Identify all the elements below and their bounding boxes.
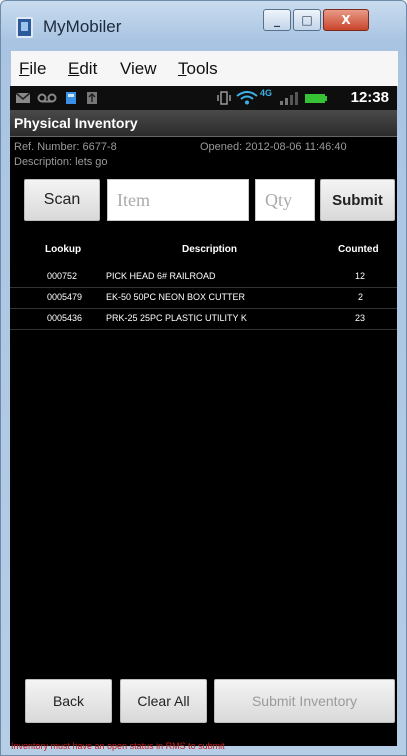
menu-edit-label: dit xyxy=(79,59,98,78)
page-title: Physical Inventory xyxy=(14,115,138,131)
window-title: MyMobiler xyxy=(43,17,122,36)
table-row[interactable]: 0005479 EK-50 50PC NEON BOX CUTTER 2 xyxy=(10,288,397,309)
submit-button[interactable]: Submit xyxy=(320,179,395,221)
scan-button[interactable]: Scan xyxy=(24,179,100,221)
table-row[interactable]: 0005436 PRK-25 25PC PLASTIC UTILITY K 23 xyxy=(10,309,397,330)
row-lookup: 0005436 xyxy=(47,313,83,323)
phone-screen: 4G 12:38 Physical Inventory Ref. Number:… xyxy=(10,86,397,746)
clock: 12:38 xyxy=(350,89,389,106)
row-counted: 23 xyxy=(355,313,366,323)
row-lookup: 000752 xyxy=(47,271,78,281)
vibrate-icon xyxy=(217,91,231,105)
row-counted: 2 xyxy=(358,292,364,302)
maximize-button[interactable]: □ xyxy=(293,9,321,31)
table-row[interactable]: 000752 PICK HEAD 6# RAILROAD 12 xyxy=(10,267,397,288)
column-header-description: Description xyxy=(182,244,238,255)
close-button[interactable]: X xyxy=(323,9,369,31)
voicemail-icon xyxy=(37,93,57,103)
menu-bar: File Edit View Tools xyxy=(11,51,398,87)
menu-tools-label: ools xyxy=(186,59,218,78)
menu-view[interactable]: View xyxy=(120,59,157,79)
ref-number: Ref. Number: 6677-8 xyxy=(14,141,117,153)
menu-edit-accelerator: E xyxy=(68,59,80,78)
opened-date: Opened: 2012-08-06 11:46:40 xyxy=(200,141,347,153)
menu-tools-accelerator: T xyxy=(178,59,187,78)
menu-file[interactable]: File xyxy=(19,59,46,79)
usb-icon xyxy=(87,92,97,104)
network-type-label: 4G xyxy=(260,88,273,98)
status-bar: 4G 12:38 xyxy=(10,86,397,110)
status-warning: Inventory must have an open status in RM… xyxy=(11,741,225,751)
description: Description: lets go xyxy=(14,156,108,168)
row-description: PRK-25 25PC PLASTIC UTILITY K xyxy=(106,313,247,323)
window-titlebar[interactable]: MyMobiler _ □ X xyxy=(1,1,406,49)
item-input[interactable]: Item xyxy=(107,179,249,221)
row-description: EK-50 50PC NEON BOX CUTTER xyxy=(106,292,246,302)
menu-file-label: ile xyxy=(29,59,47,78)
qty-input[interactable]: Qty xyxy=(255,179,315,221)
mymobiler-icon xyxy=(16,17,33,38)
mail-icon xyxy=(15,92,31,103)
row-counted: 12 xyxy=(355,271,366,281)
battery-saver-icon xyxy=(66,92,76,104)
submit-inventory-button[interactable]: Submit Inventory xyxy=(214,679,395,723)
back-button[interactable]: Back xyxy=(25,679,112,723)
menu-view-label: View xyxy=(120,59,157,78)
menu-file-accelerator: F xyxy=(19,59,30,78)
column-header-lookup: Lookup xyxy=(45,244,82,255)
app-header: Physical Inventory xyxy=(10,110,397,137)
wifi-icon xyxy=(236,91,258,105)
menu-tools[interactable]: Tools xyxy=(178,59,218,79)
clear-all-button[interactable]: Clear All xyxy=(120,679,207,723)
menu-edit[interactable]: Edit xyxy=(68,59,97,79)
battery-icon xyxy=(305,94,327,103)
signal-icon xyxy=(280,92,298,105)
column-header-counted: Counted xyxy=(338,244,379,255)
row-lookup: 0005479 xyxy=(47,292,83,302)
row-description: PICK HEAD 6# RAILROAD xyxy=(106,271,216,281)
minimize-button[interactable]: _ xyxy=(263,9,291,31)
